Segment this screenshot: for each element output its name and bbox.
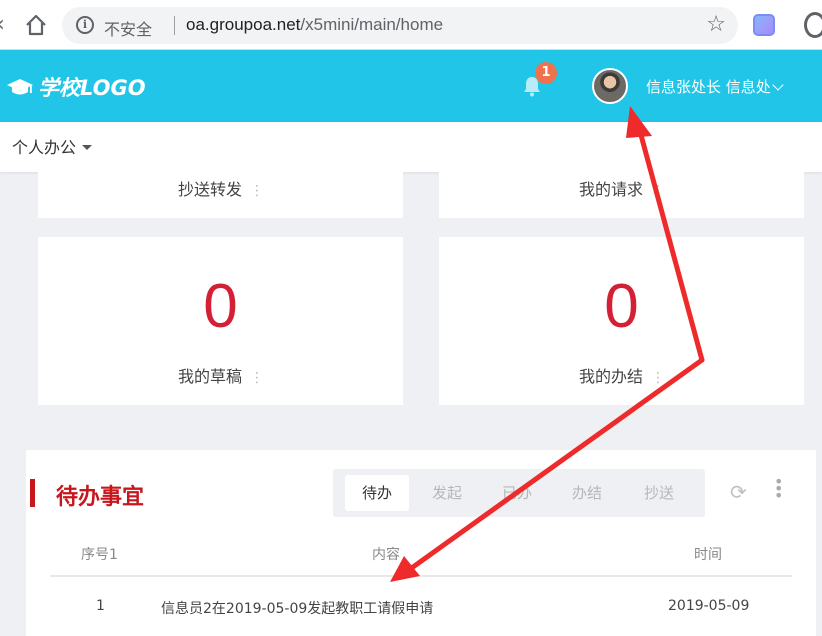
- info-icon[interactable]: i: [76, 16, 94, 34]
- security-label: 不安全: [104, 20, 153, 39]
- tab-handled[interactable]: 已办: [485, 475, 549, 511]
- user-name-label: 信息张处长 信息处: [646, 78, 771, 96]
- home-icon[interactable]: [24, 12, 48, 38]
- card-my-completed[interactable]: 0 我的办结 ⋮: [439, 237, 804, 405]
- tab-cc[interactable]: 抄送: [627, 475, 691, 511]
- card-count: 0: [203, 272, 238, 341]
- caret-down-icon: [82, 145, 93, 150]
- card-label-text: 抄送转发: [177, 180, 242, 199]
- section-title: 待办事宜: [56, 485, 145, 510]
- url-host: oa.groupoa.net: [186, 15, 301, 34]
- card-label-text: 我的办结: [578, 367, 643, 386]
- chevron-down-icon: [772, 79, 784, 91]
- tab-initiated[interactable]: 发起: [415, 475, 479, 511]
- card-label-text: 我的请求: [578, 180, 643, 199]
- omnibox-divider: [174, 16, 175, 35]
- row-content[interactable]: 信息员2在2019-05-09发起教职工请假申请: [161, 598, 433, 618]
- column-header-time: 时间: [694, 547, 722, 563]
- more-vertical-icon[interactable]: ⋮: [651, 370, 665, 386]
- sub-navigation: 个人办公: [0, 122, 822, 172]
- todo-tabs: 待办 发起 已办 办结 抄送: [333, 469, 705, 517]
- more-vertical-icon[interactable]: ⋮: [250, 370, 264, 386]
- user-menu[interactable]: 信息张处长 信息处: [646, 76, 784, 97]
- refresh-icon[interactable]: ⟳: [730, 480, 747, 504]
- profile-icon[interactable]: [804, 12, 822, 38]
- card-label-text: 我的草稿: [177, 367, 242, 386]
- avatar[interactable]: [592, 68, 628, 104]
- tab-pending[interactable]: 待办: [345, 475, 409, 511]
- row-index: 1: [96, 598, 105, 614]
- more-vertical-icon[interactable]: ⋮: [250, 183, 264, 199]
- card-my-requests[interactable]: 我的请求 ⋮: [439, 172, 804, 218]
- graduation-cap-icon: [6, 77, 34, 97]
- column-header-content: 内容: [372, 547, 400, 563]
- back-arrow-icon[interactable]: ‹: [0, 11, 12, 39]
- card-label: 我的办结 ⋮: [439, 363, 804, 387]
- todo-panel: 待办事宜 待办 发起 已办 办结 抄送 ⟳ • • • 序号1 内容 时间 1 信息…: [26, 450, 816, 636]
- card-count: 0: [604, 272, 639, 341]
- column-header-index: 序号1: [81, 547, 118, 563]
- more-vertical-icon[interactable]: ⋮: [651, 183, 665, 199]
- tab-completed[interactable]: 办结: [555, 475, 619, 511]
- section-accent-bar: [30, 479, 35, 507]
- notification-badge[interactable]: 1: [535, 62, 557, 84]
- card-label: 我的请求 ⋮: [439, 176, 804, 200]
- url-path: /x5mini/main/home: [300, 15, 444, 34]
- card-label: 我的草稿 ⋮: [38, 363, 403, 387]
- card-cc-forward[interactable]: 抄送转发 ⋮: [38, 172, 403, 218]
- card-my-drafts[interactable]: 0 我的草稿 ⋮: [38, 237, 403, 405]
- menu-label: 个人办公: [12, 138, 77, 157]
- row-date: 2019-05-09: [668, 598, 750, 614]
- more-vertical-icon[interactable]: • • •: [774, 474, 783, 504]
- address-bar[interactable]: i 不安全 oa.groupoa.net/x5mini/main/home ☆: [62, 7, 738, 44]
- table-header-divider: [50, 575, 792, 577]
- url-text[interactable]: oa.groupoa.net/x5mini/main/home: [186, 15, 443, 35]
- browser-toolbar: ‹ i 不安全 oa.groupoa.net/x5mini/main/home …: [0, 0, 822, 50]
- school-logo[interactable]: 学校LOGO: [6, 74, 146, 100]
- bookmark-star-icon[interactable]: ☆: [706, 12, 726, 37]
- personal-office-menu[interactable]: 个人办公: [12, 134, 93, 158]
- extension-icon[interactable]: [753, 14, 775, 36]
- logo-text: 学校LOGO: [38, 76, 146, 100]
- card-label: 抄送转发 ⋮: [38, 176, 403, 200]
